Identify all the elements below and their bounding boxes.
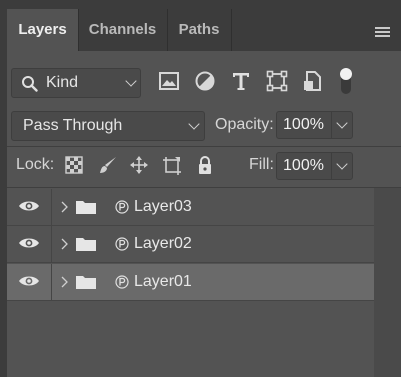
tab-channels[interactable]: Channels [78, 9, 167, 51]
tab-layers[interactable]: Layers [7, 9, 78, 51]
lock-transparent-pixels-icon[interactable] [64, 155, 84, 175]
type-filter-icon[interactable] [229, 69, 253, 93]
fill-label: Fill: [249, 156, 274, 173]
layer-name[interactable]: Layer03 [134, 189, 192, 225]
lock-artboard-icon[interactable] [162, 155, 182, 175]
scrollbar[interactable] [374, 188, 401, 377]
eye-icon[interactable] [18, 199, 40, 213]
layers-panel: Layers Channels Paths Kind Pass Through … [0, 0, 401, 377]
tab-paths[interactable]: Paths [167, 9, 231, 51]
lock-position-icon[interactable] [129, 155, 149, 175]
layer-name[interactable]: Layer02 [134, 226, 192, 262]
blend-mode-select[interactable]: Pass Through [11, 111, 205, 141]
filter-kind-label: Kind [46, 74, 79, 91]
folder-icon [76, 276, 96, 289]
fill-value[interactable]: 100% [277, 153, 330, 179]
chevron-right-icon[interactable] [59, 238, 69, 250]
lock-label: Lock: [16, 156, 55, 173]
filter-toggle-icon[interactable] [338, 66, 354, 96]
opacity-value[interactable]: 100% [277, 112, 330, 138]
hamburger-menu-icon[interactable] [375, 27, 390, 38]
pass-through-icon [115, 275, 129, 289]
chevron-down-icon[interactable] [336, 158, 348, 170]
tab-divider [231, 9, 232, 51]
chevron-down-icon[interactable] [336, 117, 348, 129]
divider [7, 146, 401, 147]
eye-icon[interactable] [18, 236, 40, 250]
image-filter-icon[interactable] [157, 69, 181, 93]
layer-name[interactable]: Layer01 [134, 264, 192, 300]
layer-row-layer02[interactable]: Layer02 [7, 226, 374, 263]
chevron-right-icon[interactable] [59, 201, 69, 213]
search-icon [22, 76, 38, 92]
visibility-cell[interactable] [7, 264, 52, 300]
pass-through-icon [115, 200, 129, 214]
panel-gutter [0, 0, 7, 377]
smart-object-filter-icon[interactable] [301, 69, 325, 93]
field-divider [331, 112, 332, 138]
lock-image-pixels-icon[interactable] [98, 155, 118, 175]
adjustment-filter-icon[interactable] [193, 69, 217, 93]
opacity-field[interactable]: 100% [276, 111, 353, 139]
blend-mode-label: Pass Through [23, 117, 123, 134]
fill-field[interactable]: 100% [276, 152, 353, 180]
chevron-down-icon [188, 118, 200, 130]
folder-icon [76, 238, 96, 251]
opacity-label: Opacity: [215, 116, 274, 133]
lock-all-icon[interactable] [195, 155, 215, 175]
pass-through-icon [115, 237, 129, 251]
visibility-cell[interactable] [7, 226, 52, 262]
layer-row-layer03[interactable]: Layer03 [7, 189, 374, 226]
chevron-right-icon[interactable] [59, 276, 69, 288]
layer-row-layer01[interactable]: Layer01 [7, 264, 374, 301]
shape-filter-icon[interactable] [265, 69, 289, 93]
chevron-down-icon [125, 75, 137, 87]
field-divider [331, 153, 332, 179]
panel-top-strip [7, 0, 401, 9]
folder-icon [76, 201, 96, 214]
eye-icon[interactable] [18, 274, 40, 288]
visibility-cell[interactable] [7, 189, 52, 225]
filter-kind-select[interactable]: Kind [11, 68, 141, 98]
